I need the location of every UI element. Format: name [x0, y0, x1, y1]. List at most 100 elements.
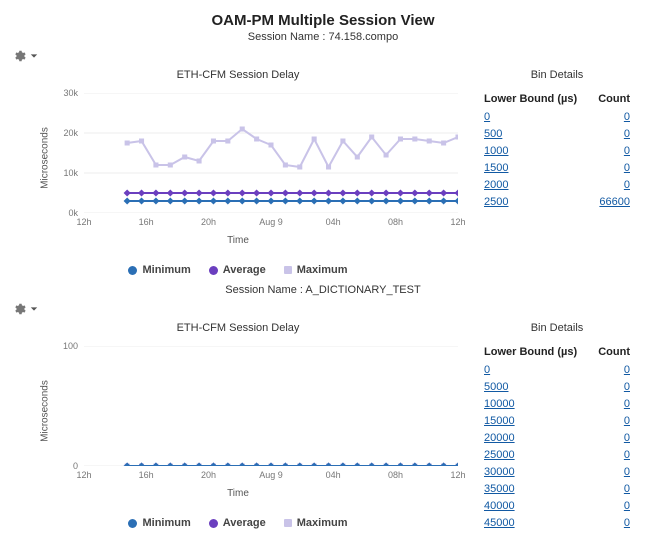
xtick: 12h — [76, 470, 91, 480]
legend-max[interactable]: Maximum — [284, 264, 348, 276]
session-name-value: A_DICTIONARY_TEST — [305, 284, 420, 296]
legend-avg[interactable]: Average — [209, 264, 266, 276]
bin-count-link[interactable]: 0 — [624, 160, 630, 177]
chart-1-xlabel: Time — [8, 235, 468, 246]
bin-count-link[interactable]: 0 — [624, 498, 630, 515]
bin-head-lower: Lower Bound (µs) — [484, 93, 577, 105]
ytick: 100 — [52, 341, 78, 351]
bin-head-count: Count — [598, 93, 630, 105]
legend-min[interactable]: Minimum — [128, 517, 190, 529]
bin-count-link[interactable]: 0 — [624, 464, 630, 481]
chart-2-xlabel: Time — [8, 488, 468, 499]
bin-head-lower: Lower Bound (µs) — [484, 346, 577, 358]
chevron-down-icon — [30, 305, 38, 313]
bin-count-link[interactable]: 0 — [624, 481, 630, 498]
bin-row: 1500 0 — [476, 160, 638, 177]
ytick: 0k — [52, 208, 78, 218]
bin-row: 5000 0 — [476, 379, 638, 396]
session-name-value: 74.158.compo — [328, 31, 398, 43]
gear-icon — [12, 302, 26, 316]
bin-lower-link[interactable]: 30000 — [484, 464, 515, 481]
bin-lower-link[interactable]: 2000 — [484, 177, 508, 194]
ytick: 30k — [52, 88, 78, 98]
bin-count-link[interactable]: 0 — [624, 177, 630, 194]
bin-row: 35000 0 — [476, 481, 638, 498]
bin-row: 40000 0 — [476, 498, 638, 515]
bin-count-link[interactable]: 66600 — [599, 194, 630, 211]
bin-row: 10000 0 — [476, 396, 638, 413]
bin-lower-link[interactable]: 35000 — [484, 481, 515, 498]
chart-1-ylabel: Microseconds — [39, 127, 50, 189]
xtick: 20h — [201, 217, 216, 227]
chart-2-ylabel: Microseconds — [39, 380, 50, 442]
bin-1-head: Lower Bound (µs) Count — [476, 91, 638, 109]
bin-head-count: Count — [598, 346, 630, 358]
session-name-prefix: Session Name : — [225, 284, 305, 296]
xtick: 16h — [139, 217, 154, 227]
bin-count-link[interactable]: 0 — [624, 379, 630, 396]
xtick: 04h — [326, 217, 341, 227]
chart-2: Microseconds 0 100 12h 16h 20h Aug 9 04h — [8, 336, 468, 486]
xtick: 08h — [388, 470, 403, 480]
chart-2-legend: Minimum Average Maximum — [8, 517, 468, 529]
bin-lower-link[interactable]: 10000 — [484, 396, 515, 413]
xtick: 12h — [450, 470, 465, 480]
legend-label: Maximum — [297, 264, 348, 276]
bin-lower-link[interactable]: 20000 — [484, 430, 515, 447]
legend-label: Average — [223, 517, 266, 529]
session-2-name: Session Name : A_DICTIONARY_TEST — [8, 284, 638, 296]
bin-lower-link[interactable]: 1000 — [484, 143, 508, 160]
bin-lower-link[interactable]: 15000 — [484, 413, 515, 430]
bin-count-link[interactable]: 0 — [624, 413, 630, 430]
bin-row: 2500 66600 — [476, 194, 638, 211]
page-title: OAM-PM Multiple Session View — [8, 12, 638, 29]
session-name-prefix: Session Name : — [248, 31, 329, 43]
bin-row: 30000 0 — [476, 464, 638, 481]
legend-label: Average — [223, 264, 266, 276]
bin-lower-link[interactable]: 5000 — [484, 379, 508, 396]
bin-row: 00 — [476, 362, 638, 379]
bin-lower-link[interactable]: 25000 — [484, 447, 515, 464]
xtick: 12h — [76, 217, 91, 227]
bin-count-link[interactable]: 0 — [624, 396, 630, 413]
chart-1-title: ETH-CFM Session Delay — [8, 69, 468, 81]
bin-lower-link[interactable]: 0 — [484, 362, 490, 379]
bin-row: 20000 0 — [476, 430, 638, 447]
session-1-name: Session Name : 74.158.compo — [8, 31, 638, 43]
bin-count-link[interactable]: 0 — [624, 447, 630, 464]
bin-lower-link[interactable]: 45000 — [484, 515, 515, 532]
bin-row: 45000 0 — [476, 515, 638, 532]
bin-count-link[interactable]: 0 — [624, 109, 630, 126]
bin-row: 1000 0 — [476, 143, 638, 160]
xtick: Aug 9 — [259, 470, 283, 480]
bin-count-link[interactable]: 0 — [624, 430, 630, 447]
ytick: 0 — [52, 461, 78, 471]
chart-1-legend: Minimum Average Maximum — [8, 264, 468, 276]
bin-row: 00 — [476, 109, 638, 126]
bin-count-link[interactable]: 0 — [624, 515, 630, 532]
legend-label: Minimum — [142, 264, 190, 276]
xtick: 20h — [201, 470, 216, 480]
legend-min[interactable]: Minimum — [128, 264, 190, 276]
chart-1: Microseconds 0k 10k 20k 30k 12h — [8, 83, 468, 233]
chart-1-menu[interactable] — [12, 49, 638, 63]
bin-1-title: Bin Details — [476, 69, 638, 81]
bin-row: 25000 0 — [476, 447, 638, 464]
bin-count-link[interactable]: 0 — [624, 126, 630, 143]
xtick: 12h — [450, 217, 465, 227]
chart-2-menu[interactable] — [12, 302, 638, 316]
bin-2-head: Lower Bound (µs) Count — [476, 344, 638, 362]
bin-count-link[interactable]: 0 — [624, 362, 630, 379]
bin-lower-link[interactable]: 500 — [484, 126, 502, 143]
legend-label: Minimum — [142, 517, 190, 529]
bin-lower-link[interactable]: 0 — [484, 109, 490, 126]
bin-lower-link[interactable]: 1500 — [484, 160, 508, 177]
bin-count-link[interactable]: 0 — [624, 143, 630, 160]
bin-lower-link[interactable]: 40000 — [484, 498, 515, 515]
xtick: 16h — [139, 470, 154, 480]
bin-lower-link[interactable]: 2500 — [484, 194, 508, 211]
legend-avg[interactable]: Average — [209, 517, 266, 529]
bin-row: 15000 0 — [476, 413, 638, 430]
legend-max[interactable]: Maximum — [284, 517, 348, 529]
bin-row: 2000 0 — [476, 177, 638, 194]
